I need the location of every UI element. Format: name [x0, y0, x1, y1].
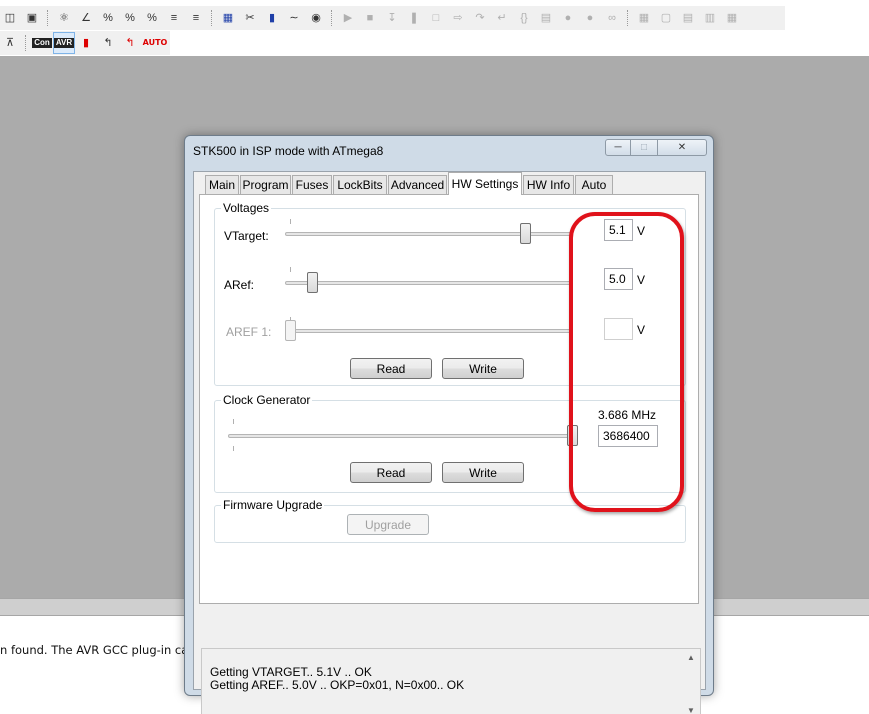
voltages-write-button[interactable]: Write [442, 358, 524, 379]
aref1-slider-track [285, 329, 572, 333]
toolbar-separator [211, 10, 215, 26]
tab-fuses[interactable]: Fuses [292, 175, 332, 194]
tab-advanced[interactable]: Advanced [388, 175, 447, 194]
window-2-icon[interactable]: ▢ [656, 8, 676, 28]
bug-icon[interactable]: ◉ [306, 8, 326, 28]
slider-tick [233, 419, 234, 424]
highlight-annotation [569, 212, 684, 512]
watch-icon[interactable]: ▤ [536, 8, 556, 28]
clock-read-button[interactable]: Read [350, 462, 432, 483]
toolbar-separator [25, 35, 29, 51]
minimize-button[interactable]: ─ [605, 139, 631, 156]
stk-toolbar: ⊼ Con AVR ▮ ↰ ↰ AUTO [0, 31, 170, 55]
cut-tool-icon[interactable]: ✂ [240, 8, 260, 28]
aref-slider-thumb[interactable] [307, 272, 319, 293]
breakpoint-icon[interactable]: ● [558, 8, 578, 28]
voltages-title: Voltages [221, 201, 272, 215]
clear-breakpoints-icon[interactable]: ● [580, 8, 600, 28]
window-1-icon[interactable]: ▦ [634, 8, 654, 28]
voltages-read-button[interactable]: Read [350, 358, 432, 379]
log-line: Getting AREF.. 5.0V .. OKP=0x01, N=0x00.… [210, 678, 465, 692]
find-icon[interactable]: ⚛ [54, 8, 74, 28]
reset-icon[interactable]: □ [426, 8, 446, 28]
tab-hw-settings[interactable]: HW Settings [448, 172, 522, 195]
scroll-up-icon[interactable]: ▲ [687, 653, 695, 662]
window-4-icon[interactable]: ▥ [700, 8, 720, 28]
chip-icon[interactable]: ▮ [262, 8, 282, 28]
wire-icon[interactable]: ↰ [98, 33, 118, 53]
minimize-icon: ─ [614, 142, 622, 153]
connect-icon[interactable]: ▣ [22, 8, 42, 28]
log-panel: Getting VTARGET.. 5.1V .. OK Getting ARE… [201, 648, 701, 714]
clock-write-button[interactable]: Write [442, 462, 524, 483]
aref-label: ARef: [224, 278, 255, 292]
aref-slider-track[interactable] [285, 281, 572, 285]
tab-main[interactable]: Main [205, 175, 239, 194]
toolbar-separator [627, 10, 631, 26]
maximize-icon: □ [640, 142, 648, 153]
auto-icon[interactable]: AUTO [142, 33, 168, 53]
firmware-upgrade-title: Firmware Upgrade [221, 498, 325, 512]
vtarget-slider-thumb[interactable] [519, 223, 531, 244]
board-icon[interactable]: ▦ [218, 8, 238, 28]
output-message: n found. The AVR GCC plug-in can [0, 643, 196, 657]
log-scrollbar[interactable]: ▲ ▼ [683, 649, 700, 714]
upload-icon[interactable]: ⊼ [0, 33, 20, 53]
main-toolbar: ◫ ▣ ⚛ ∠ % % % ≡ ≡ ▦ ✂ ▮ ∼ ◉ ▶ ■ ↧ ❚ □ ⇨ … [0, 6, 785, 30]
tool-2-icon[interactable]: % [98, 8, 118, 28]
indent-icon[interactable]: ≡ [164, 8, 184, 28]
dialog-title: STK500 in ISP mode with ATmega8 [193, 144, 384, 158]
tool-1-icon[interactable]: ∠ [76, 8, 96, 28]
window-5-icon[interactable]: ▦ [722, 8, 742, 28]
windows-icon[interactable]: ◫ [0, 8, 20, 28]
tab-program[interactable]: Program [240, 175, 291, 194]
tab-lockbits[interactable]: LockBits [333, 175, 387, 194]
tool-3-icon[interactable]: % [120, 8, 140, 28]
trace-icon[interactable]: ∞ [602, 8, 622, 28]
tab-hw-info[interactable]: HW Info [523, 175, 574, 194]
slider-tick [290, 267, 291, 272]
tab-auto[interactable]: Auto [575, 175, 613, 194]
step-out-icon[interactable]: ↵ [492, 8, 512, 28]
window-3-icon[interactable]: ▤ [678, 8, 698, 28]
slider-tick [290, 219, 291, 224]
step-icon[interactable]: ↧ [382, 8, 402, 28]
slider-tick [233, 446, 234, 451]
close-icon: ✕ [677, 142, 687, 153]
next-icon[interactable]: ⇨ [448, 8, 468, 28]
toolbar-separator [331, 10, 335, 26]
con-icon[interactable]: Con [32, 33, 52, 53]
clock-generator-title: Clock Generator [221, 393, 313, 407]
close-button[interactable]: ✕ [657, 139, 707, 156]
chip-red-icon[interactable]: ▮ [76, 33, 96, 53]
scroll-down-icon[interactable]: ▼ [687, 706, 695, 714]
run-icon[interactable]: ▶ [338, 8, 358, 28]
aref1-slider-thumb [285, 320, 296, 341]
toolbar-separator [47, 10, 51, 26]
step-over-icon[interactable]: ↷ [470, 8, 490, 28]
clock-slider-track[interactable] [228, 434, 578, 438]
upgrade-button: Upgrade [347, 514, 429, 535]
pause-icon[interactable]: ❚ [404, 8, 424, 28]
stop-icon[interactable]: ■ [360, 8, 380, 28]
tool-4-icon[interactable]: % [142, 8, 162, 28]
maximize-button[interactable]: □ [631, 139, 657, 156]
log-line: Getting VTARGET.. 5.1V .. OK [210, 665, 372, 679]
braces-icon[interactable]: {} [514, 8, 534, 28]
avr-icon[interactable]: AVR [53, 32, 75, 54]
outdent-icon[interactable]: ≡ [186, 8, 206, 28]
ac-icon[interactable]: ∼ [284, 8, 304, 28]
wire-red-icon[interactable]: ↰ [120, 33, 140, 53]
vtarget-label: VTarget: [224, 229, 269, 243]
aref1-label: AREF 1: [226, 325, 272, 339]
